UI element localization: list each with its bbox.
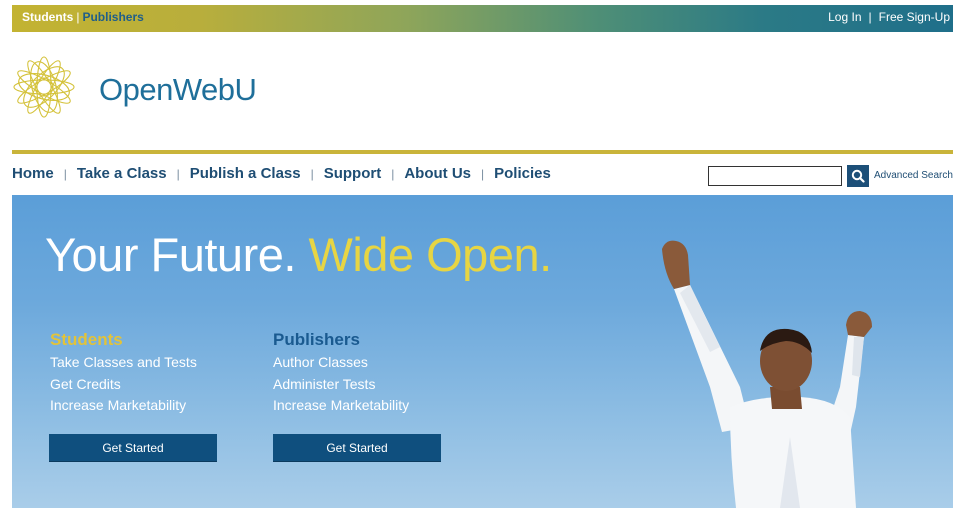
audience-separator: |: [76, 10, 80, 24]
header-divider: [12, 150, 953, 154]
nav-divider: |: [391, 167, 395, 181]
nav-take-a-class[interactable]: Take a Class: [77, 165, 167, 182]
publishers-link[interactable]: Publishers: [82, 10, 143, 24]
students-column: Students Take Classes and Tests Get Cred…: [50, 330, 197, 417]
headline-accent: Wide Open.: [308, 228, 552, 281]
audience-switch: Students | Publishers: [22, 10, 144, 24]
brand-name[interactable]: OpenWebU: [99, 72, 257, 108]
students-benefit: Increase Marketability: [50, 397, 187, 413]
signup-link[interactable]: Free Sign-Up: [879, 10, 950, 24]
headline-main: Your Future.: [45, 228, 296, 281]
nav-divider: |: [176, 167, 180, 181]
publishers-heading: Publishers: [273, 330, 360, 349]
search-button[interactable]: [847, 165, 869, 187]
account-links: Log In | Free Sign-Up: [828, 10, 950, 24]
students-get-started-button[interactable]: Get Started: [49, 434, 217, 461]
nav-divider: |: [63, 167, 67, 181]
students-link[interactable]: Students: [22, 10, 73, 24]
hero-headline: Your Future. Wide Open.: [45, 227, 552, 282]
students-heading: Students: [50, 330, 123, 349]
starburst-logo-icon[interactable]: [12, 48, 76, 126]
login-link[interactable]: Log In: [828, 10, 861, 24]
publishers-benefit: Author Classes: [273, 354, 368, 370]
publishers-get-started-button[interactable]: Get Started: [273, 434, 441, 461]
account-separator: |: [868, 10, 872, 24]
hero-banner: Your Future. Wide Open. Students Take Cl…: [12, 195, 953, 508]
nav-home[interactable]: Home: [12, 165, 54, 182]
nav-about-us[interactable]: About Us: [404, 165, 471, 182]
top-utility-bar: Students | Publishers Log In | Free Sign-Up: [12, 5, 953, 32]
nav-policies[interactable]: Policies: [494, 165, 551, 182]
advanced-search-link[interactable]: Advanced Search: [874, 170, 953, 181]
students-benefit: Get Credits: [50, 375, 121, 392]
search-icon: [851, 169, 865, 183]
publishers-benefit: Administer Tests: [273, 375, 376, 392]
nav-divider: |: [481, 167, 485, 181]
nav-divider: |: [310, 167, 314, 181]
celebrating-person-image: [662, 240, 872, 508]
publishers-benefit: Increase Marketability: [273, 397, 410, 413]
students-benefit: Take Classes and Tests: [50, 354, 197, 370]
nav-support[interactable]: Support: [324, 165, 382, 182]
main-nav: Home | Take a Class | Publish a Class | Suppor…: [12, 165, 551, 182]
nav-publish-a-class[interactable]: Publish a Class: [190, 165, 301, 182]
publishers-column: Publishers Author Classes Administer Tes…: [273, 330, 409, 417]
search-input[interactable]: [708, 166, 842, 186]
